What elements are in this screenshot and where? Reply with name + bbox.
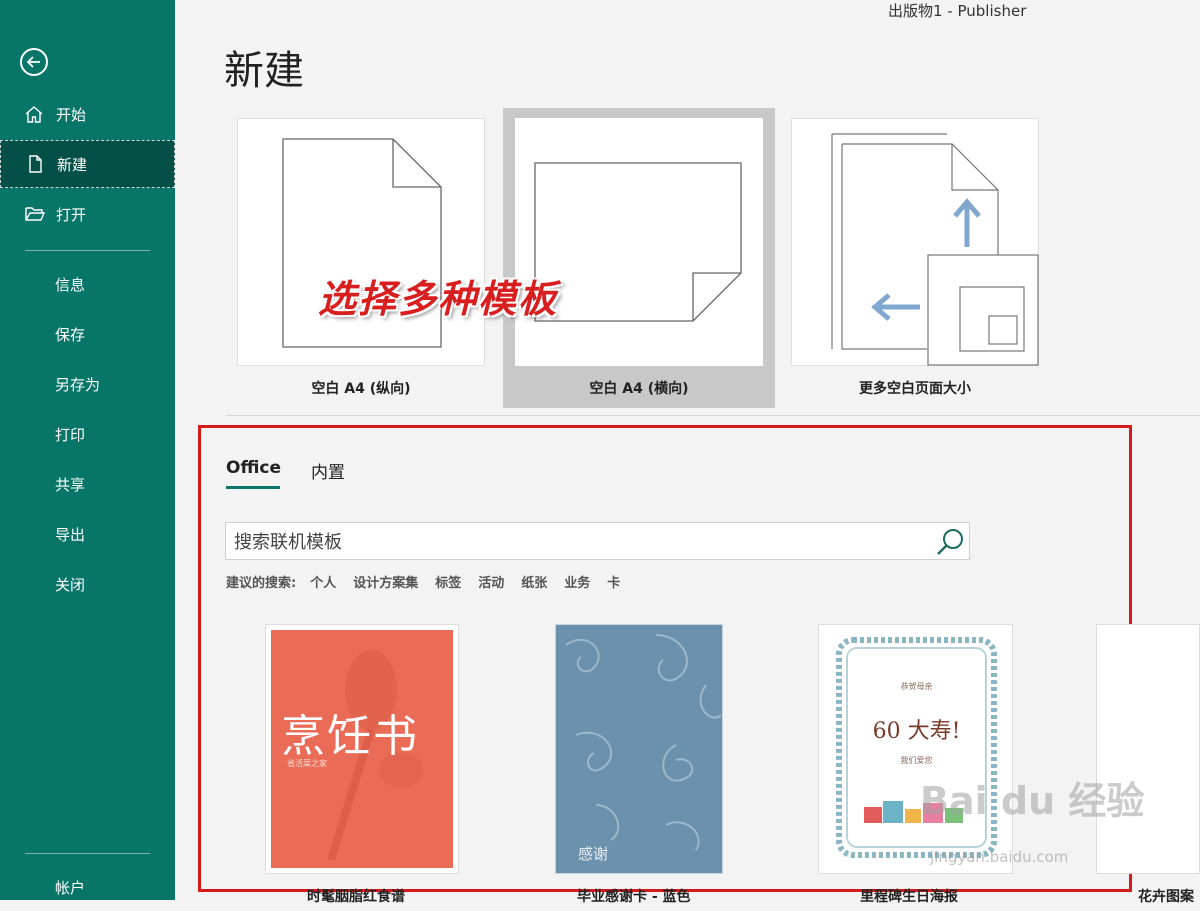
sidebar-item-label: 打印 bbox=[55, 425, 86, 444]
sidebar-item-label: 新建 bbox=[57, 155, 88, 174]
sidebar-item-label: 保存 bbox=[55, 325, 86, 344]
blank-a4-landscape-template[interactable]: 空白 A4 (横向) bbox=[503, 108, 775, 408]
template-caption: 空白 A4 (纵向) bbox=[311, 381, 411, 397]
sidebar-item-new[interactable]: 新建 bbox=[0, 140, 175, 188]
template-thumbnail bbox=[237, 118, 485, 366]
suggested-keyword[interactable]: 设计方案集 bbox=[353, 572, 418, 591]
folder-open-icon bbox=[24, 204, 48, 224]
suggested-keyword[interactable]: 标签 bbox=[435, 572, 461, 591]
template-caption: 毕业感谢卡 - 蓝色 bbox=[577, 889, 691, 905]
suggested-keyword[interactable]: 业务 bbox=[564, 572, 590, 591]
home-icon bbox=[24, 104, 48, 124]
sidebar-divider bbox=[25, 250, 150, 251]
search-input[interactable] bbox=[232, 527, 936, 557]
template-caption: 时髦胭脂红食谱 bbox=[307, 889, 405, 905]
sidebar-item-label: 关闭 bbox=[55, 575, 86, 594]
search-box bbox=[225, 522, 970, 560]
sidebar-item-label: 共享 bbox=[55, 475, 86, 494]
sidebar-item-label: 信息 bbox=[55, 275, 86, 294]
sidebar-item-label: 打开 bbox=[56, 205, 87, 224]
sidebar-item-export[interactable]: 导出 bbox=[0, 510, 175, 558]
suggested-keyword[interactable]: 个人 bbox=[310, 572, 336, 591]
cover-subtitle: 省活菜之家 bbox=[287, 759, 327, 768]
template-caption: 花卉图案 bbox=[1138, 889, 1194, 905]
sidebar-item-open[interactable]: 打开 bbox=[0, 190, 175, 238]
sidebar-item-label: 开始 bbox=[56, 105, 87, 124]
sidebar-item-account[interactable]: 帐户 bbox=[0, 863, 175, 911]
suggested-searches-label: 建议的搜索: bbox=[226, 576, 297, 591]
tab-office[interactable]: Office bbox=[226, 458, 281, 478]
watermark-url: jingyan.baidu.com bbox=[930, 848, 1069, 866]
active-tab-indicator bbox=[226, 486, 280, 489]
sidebar-item-save-as[interactable]: 另存为 bbox=[0, 360, 175, 408]
backstage-sidebar: 开始 新建 打开 信息 保存 另存为 打印 共享 导出 关闭 帐户 bbox=[0, 0, 175, 900]
cover-bottom-text: 我们爱您 bbox=[900, 756, 933, 765]
cover-top-text: 恭贺母亲 bbox=[900, 682, 933, 691]
sidebar-item-info[interactable]: 信息 bbox=[0, 260, 175, 308]
sidebar-divider bbox=[25, 853, 150, 854]
section-divider bbox=[226, 415, 1200, 416]
template-thumbnail bbox=[1096, 624, 1200, 874]
template-thumbnail: 感谢 bbox=[555, 624, 723, 874]
back-arrow-icon[interactable] bbox=[20, 48, 48, 76]
suggested-keyword[interactable]: 卡 bbox=[607, 572, 620, 591]
blank-a4-portrait-template[interactable]: 空白 A4 (纵向) bbox=[225, 108, 497, 408]
more-blank-sizes-template[interactable]: 更多空白页面大小 bbox=[779, 108, 1051, 408]
sidebar-item-save[interactable]: 保存 bbox=[0, 310, 175, 358]
cover-title: 感谢 bbox=[578, 845, 609, 863]
sidebar-item-print[interactable]: 打印 bbox=[0, 410, 175, 458]
suggested-searches: 建议的搜索: 个人 设计方案集 标签 活动 纸张 业务 卡 bbox=[226, 572, 637, 591]
sidebar-item-share[interactable]: 共享 bbox=[0, 460, 175, 508]
sidebar-item-home[interactable]: 开始 bbox=[0, 90, 175, 138]
template-thumbnail: 恭贺母亲 60 大寿! 我们爱您 bbox=[818, 624, 1013, 874]
template-caption: 空白 A4 (横向) bbox=[589, 381, 689, 397]
cover-title: 60 大寿! bbox=[872, 719, 961, 744]
sidebar-item-label: 帐户 bbox=[55, 878, 86, 897]
new-document-icon bbox=[25, 154, 49, 174]
suggested-keyword[interactable]: 活动 bbox=[478, 572, 504, 591]
tab-builtin[interactable]: 内置 bbox=[311, 458, 345, 483]
cover-title: 烹饪书 bbox=[281, 711, 419, 762]
template-caption: 里程碑生日海报 bbox=[860, 889, 958, 905]
sidebar-item-close[interactable]: 关闭 bbox=[0, 560, 175, 608]
template-thumbnail: 烹饪书 省活菜之家 bbox=[265, 624, 459, 874]
template-thumbnail bbox=[791, 118, 1039, 366]
sidebar-item-label: 导出 bbox=[55, 525, 86, 544]
watermark-logo: Bai du 经验 bbox=[920, 779, 1145, 823]
search-icon[interactable] bbox=[935, 527, 965, 557]
sidebar-item-label: 另存为 bbox=[55, 375, 101, 394]
page-title: 新建 bbox=[224, 48, 304, 94]
suggested-keyword[interactable]: 纸张 bbox=[521, 572, 547, 591]
annotation-overlay-text: 选择多种模板 bbox=[318, 276, 559, 321]
template-thumbnail bbox=[515, 118, 763, 366]
template-caption: 更多空白页面大小 bbox=[859, 381, 971, 397]
window-title: 出版物1 - Publisher bbox=[888, 2, 1027, 20]
